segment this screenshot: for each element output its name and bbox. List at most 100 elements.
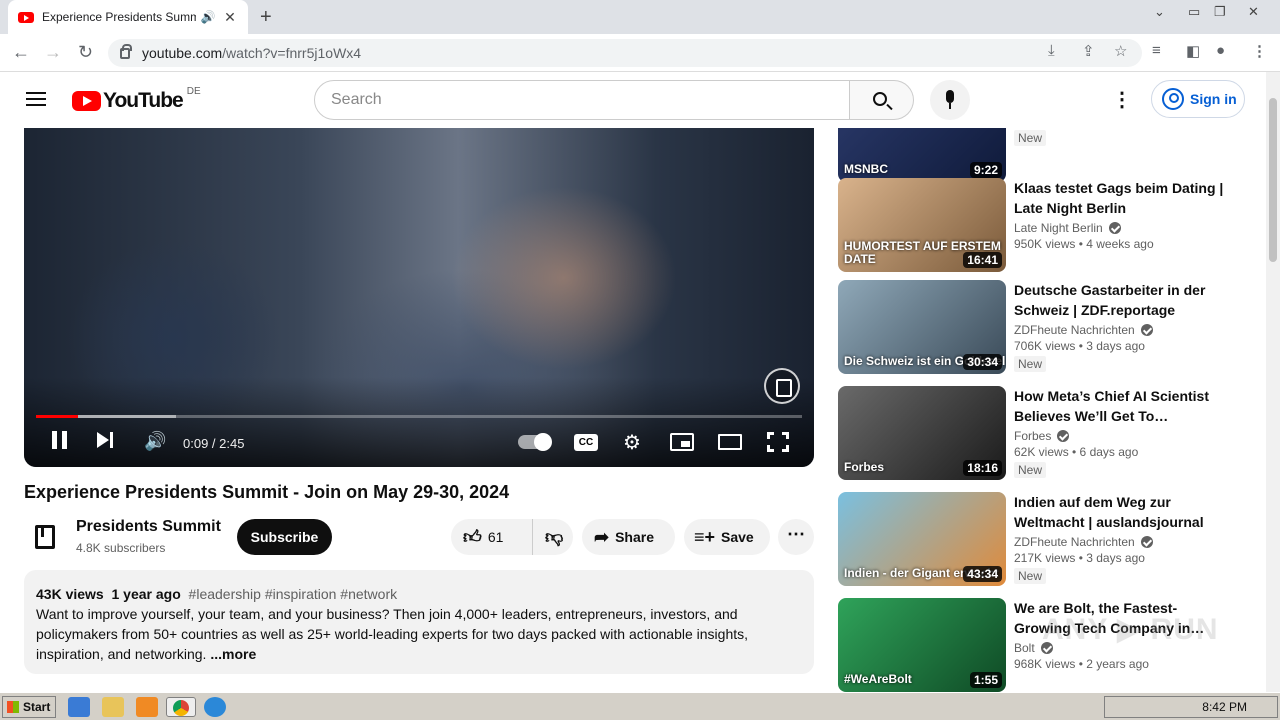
channel-name[interactable]: Presidents Summit	[76, 518, 221, 536]
scrollbar-thumb[interactable]	[1269, 98, 1277, 262]
dislike-button[interactable]: 👎︎	[533, 526, 569, 548]
address-bar[interactable]: youtube.com/watch?v=fnrr5j1oWx4	[108, 39, 1142, 67]
verified-check-icon	[1140, 536, 1153, 548]
progress-played	[36, 415, 79, 418]
menu-icon[interactable]	[26, 92, 46, 106]
tab-search-icon[interactable]: ⌄	[1154, 4, 1165, 20]
system-tray: 8:42 PM	[1104, 696, 1278, 718]
file-explorer-icon[interactable]	[102, 697, 124, 717]
minimize-button[interactable]: ▭	[1188, 4, 1200, 20]
recommendation-info: Deutsche Gastarbeiter in der Schweiz | Z…	[1014, 280, 1224, 373]
profile-icon[interactable]: ●	[1216, 42, 1225, 59]
recommendation-item[interactable]: MSNBC 9:22 MSNBC664K views • 18 hours agoN…	[838, 128, 1258, 182]
playlist-add-icon: ≡+	[694, 526, 716, 547]
restore-button[interactable]: ❐	[1214, 4, 1226, 20]
subtitles-button[interactable]: CC	[574, 434, 598, 451]
sign-in-button[interactable]: Sign in	[1151, 80, 1245, 118]
recommendation-thumbnail[interactable]: Forbes 18:16	[838, 386, 1006, 480]
browser-menu-icon[interactable]: ⋮	[1252, 42, 1267, 60]
channel-avatar[interactable]	[24, 519, 64, 555]
side-panel-icon[interactable]: ◧	[1186, 42, 1200, 60]
reload-button[interactable]: ↻	[78, 42, 93, 63]
browser-tab[interactable]: Experience Presidents Summit - 🔊 ✕	[8, 0, 248, 34]
microphone-stem	[949, 103, 951, 109]
recommendations-list: MSNBC 9:22 MSNBC664K views • 18 hours agoN…	[838, 128, 1258, 692]
media-player-icon[interactable]	[136, 697, 158, 717]
volume-icon[interactable]: 🔊	[144, 431, 166, 452]
pause-button[interactable]	[52, 431, 68, 449]
subscribe-button[interactable]: Subscribe	[237, 519, 332, 555]
thumbs-up-icon: 👍︎	[463, 527, 482, 547]
recommendation-thumbnail[interactable]: #WeAreBolt 1:55	[838, 598, 1006, 692]
description-box[interactable]: 43K views 1 year ago #leadership #inspir…	[24, 570, 814, 674]
recommendation-item[interactable]: Die Schweiz ist ein Goldesel 30:34 Deutsch…	[838, 280, 1258, 374]
recommendation-stats: 706K views • 3 days ago	[1014, 339, 1145, 353]
video-duration: 30:34	[963, 354, 1002, 370]
media-controls-icon[interactable]: ≡	[1152, 42, 1161, 59]
url-host: youtube.com	[142, 45, 223, 61]
fullscreen-button[interactable]	[767, 432, 789, 452]
recommendation-channel[interactable]: Late Night Berlin	[1014, 221, 1224, 235]
internet-explorer-icon[interactable]	[68, 697, 90, 717]
next-video-button[interactable]	[97, 431, 115, 449]
search-icon	[873, 92, 887, 106]
recommendation-title[interactable]: Indien auf dem Weg zur Weltmacht | ausla…	[1014, 492, 1224, 532]
channel-watermark-icon[interactable]	[764, 368, 800, 404]
chrome-taskbar-button[interactable]	[166, 697, 196, 717]
tab-audio-icon[interactable]: 🔊	[200, 10, 216, 24]
more-actions-button[interactable]: ⋯	[778, 519, 814, 555]
recommendation-title[interactable]: Deutsche Gastarbeiter in der Schweiz | Z…	[1014, 280, 1224, 320]
bookmark-star-icon[interactable]: ☆	[1114, 42, 1127, 60]
recommendation-channel-name: Bolt	[1014, 641, 1035, 655]
new-tab-button[interactable]: +	[260, 6, 272, 29]
theater-mode-button[interactable]	[718, 434, 742, 450]
search-input[interactable]: Search	[314, 80, 850, 120]
forward-button[interactable]: →	[44, 42, 62, 63]
back-button[interactable]: ←	[12, 42, 30, 63]
progress-bar[interactable]	[36, 415, 802, 418]
install-icon[interactable]: ⤓	[1048, 42, 1055, 59]
description-meta: 43K views 1 year ago #leadership #inspir…	[36, 584, 802, 604]
autoplay-toggle[interactable]	[518, 433, 552, 451]
video-duration: 9:22	[969, 162, 1002, 178]
video-player[interactable]: 🔊 0:09 / 2:45 CC ⚙	[24, 128, 814, 467]
window-close-button[interactable]: ✕	[1248, 4, 1259, 20]
miniplayer-button[interactable]	[670, 433, 694, 451]
edge-icon[interactable]	[204, 697, 226, 717]
region-code: DE	[186, 85, 201, 97]
like-button[interactable]: 👍︎ 61	[451, 519, 533, 555]
recommendation-channel[interactable]: ZDFheute Nachrichten	[1014, 323, 1224, 337]
recommendation-title[interactable]: How Meta’s Chief AI Scientist Believes W…	[1014, 386, 1224, 426]
recommendation-info: Klaas testet Gags beim Dating | Late Nig…	[1014, 178, 1224, 251]
voice-search-button[interactable]	[930, 80, 970, 120]
tab-close-icon[interactable]: ✕	[222, 9, 238, 26]
settings-gear-icon[interactable]: ⚙	[623, 430, 641, 455]
thumbnail-caption: Forbes	[844, 460, 885, 474]
hashtags[interactable]: #leadership #inspiration #network	[189, 586, 398, 602]
recommendation-thumbnail[interactable]: HUMORTEST AUF ERSTEM DATE 16:41	[838, 178, 1006, 272]
youtube-favicon-icon	[18, 11, 34, 23]
recommendation-channel[interactable]: ZDFheute Nachrichten	[1014, 535, 1224, 549]
share-button[interactable]: ➦ Share	[582, 519, 675, 555]
search-button[interactable]	[850, 80, 914, 120]
page-scrollbar[interactable]	[1266, 72, 1280, 692]
recommendation-item[interactable]: Forbes 18:16 How Meta’s Chief AI Scientist…	[838, 386, 1258, 480]
start-button[interactable]: Start	[2, 696, 56, 718]
url-path: /watch?v=fnrr5j1oWx4	[222, 45, 362, 61]
settings-menu-icon[interactable]: ⋮	[1112, 90, 1132, 110]
recommendation-item[interactable]: HUMORTEST AUF ERSTEM DATE 16:41 Klaas test…	[838, 178, 1258, 272]
youtube-logo[interactable]: YouTube DE	[72, 85, 201, 113]
subscriber-count: 4.8K subscribers	[76, 541, 166, 555]
anyrun-watermark: ANY ▶ RUN	[1042, 613, 1219, 646]
recommendation-channel-name: ZDFheute Nachrichten	[1014, 323, 1135, 337]
show-more-link[interactable]: ...more	[210, 646, 256, 662]
recommendation-thumbnail[interactable]: Die Schweiz ist ein Goldesel 30:34	[838, 280, 1006, 374]
recommendation-channel[interactable]: Forbes	[1014, 429, 1224, 443]
recommendation-item[interactable]: Indien - der Gigant erwacht 43:34 Indien a…	[838, 492, 1258, 586]
share-page-icon[interactable]: ⇪	[1082, 42, 1095, 60]
recommendation-thumbnail[interactable]: MSNBC 9:22	[838, 128, 1006, 182]
recommendation-thumbnail[interactable]: Indien - der Gigant erwacht 43:34	[838, 492, 1006, 586]
save-button[interactable]: ≡+ Save	[684, 519, 770, 555]
sign-in-label: Sign in	[1190, 91, 1237, 107]
recommendation-title[interactable]: Klaas testet Gags beim Dating | Late Nig…	[1014, 178, 1224, 218]
